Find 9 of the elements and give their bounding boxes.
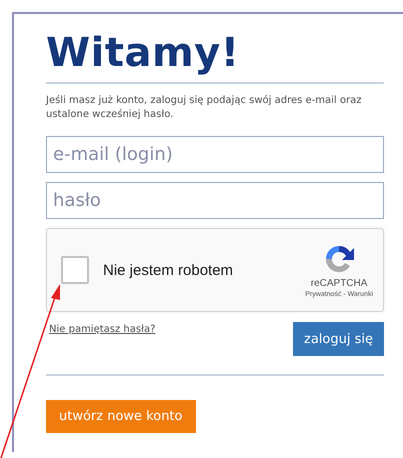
- email-field[interactable]: e-mail (login): [46, 136, 384, 173]
- page-title: Witamy!: [46, 29, 240, 78]
- login-button[interactable]: zaloguj się: [293, 322, 384, 356]
- captcha-checkbox[interactable]: [61, 256, 89, 284]
- forgot-password-link[interactable]: Nie pamiętasz hasła?: [49, 324, 156, 335]
- intro-text: Jeśli masz już konto, zaloguj się podając swój adres e-mail oraz ustalone wcześniej hasło.: [46, 94, 362, 122]
- captcha-label: Nie jestem robotem: [103, 262, 234, 278]
- password-field[interactable]: hasło: [46, 182, 384, 219]
- captcha-brand: reCAPTCHA: [310, 278, 368, 289]
